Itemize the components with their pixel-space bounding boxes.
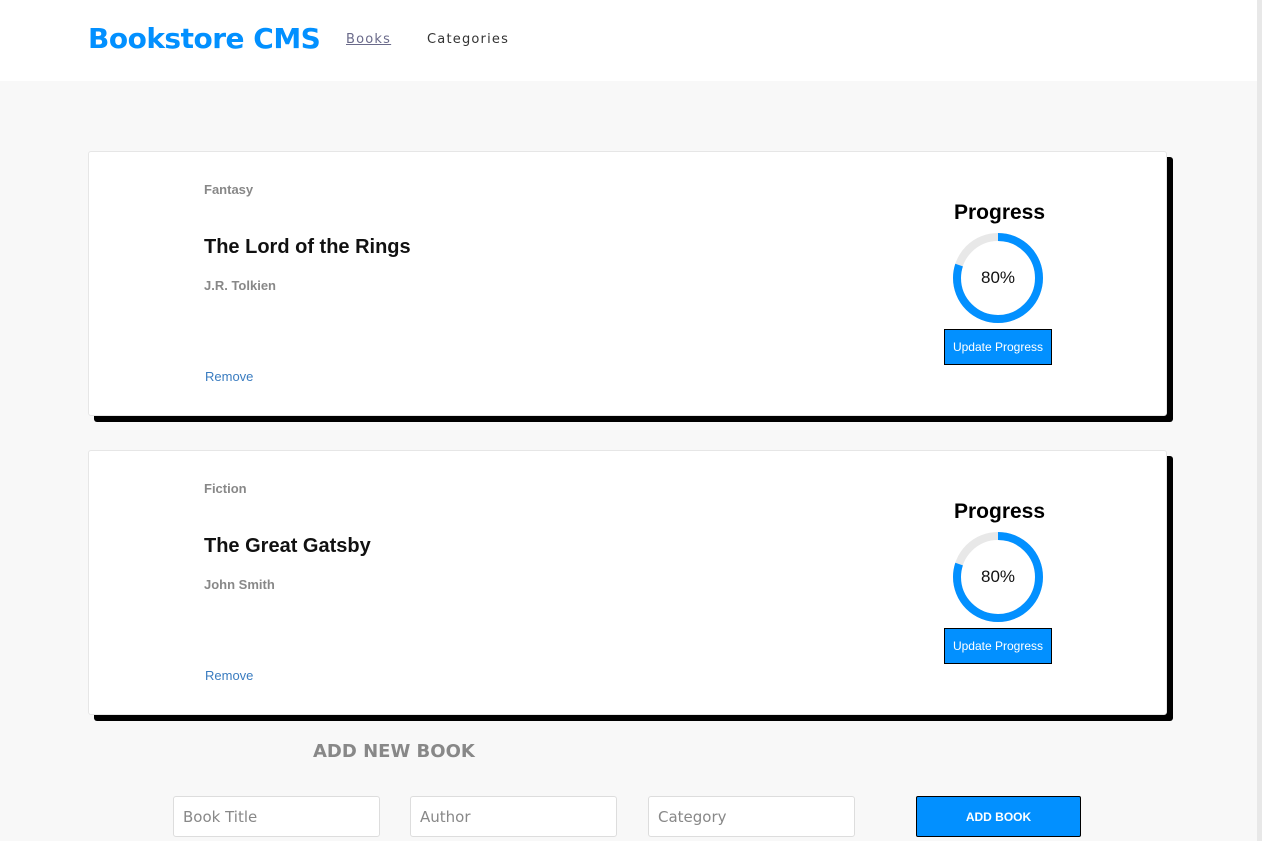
book-card: Fiction The Great Gatsby John Smith Remo…: [88, 450, 1167, 715]
nav-categories[interactable]: Categories: [427, 32, 509, 47]
book-category: Fantasy: [204, 182, 254, 197]
nav-books[interactable]: Books: [346, 32, 391, 47]
progress-percent: 80%: [980, 567, 1016, 586]
add-book-button[interactable]: ADD BOOK: [916, 796, 1081, 837]
book-title: The Great Gatsby: [204, 535, 371, 557]
author-input[interactable]: [410, 796, 617, 837]
category-input[interactable]: [648, 796, 855, 837]
book-category: Fiction: [204, 481, 247, 496]
remove-button[interactable]: Remove: [205, 369, 253, 384]
scrollbar[interactable]: [1257, 0, 1262, 841]
book-title: The Lord of the Rings: [204, 236, 411, 258]
book-author: John Smith: [204, 577, 275, 592]
book-card: Fantasy The Lord of the Rings J.R. Tolki…: [88, 151, 1167, 416]
header: Bookstore CMS Books Categories: [0, 0, 1257, 81]
remove-button[interactable]: Remove: [205, 668, 253, 683]
logo[interactable]: Bookstore CMS: [88, 22, 321, 55]
progress-label: Progress: [954, 201, 1046, 224]
book-author: J.R. Tolkien: [204, 278, 276, 293]
update-progress-button[interactable]: Update Progress: [944, 329, 1052, 365]
book-title-input[interactable]: [173, 796, 380, 837]
progress-label: Progress: [954, 500, 1046, 523]
add-book-heading: ADD NEW BOOK: [313, 741, 475, 762]
progress-percent: 80%: [980, 268, 1016, 287]
update-progress-button[interactable]: Update Progress: [944, 628, 1052, 664]
